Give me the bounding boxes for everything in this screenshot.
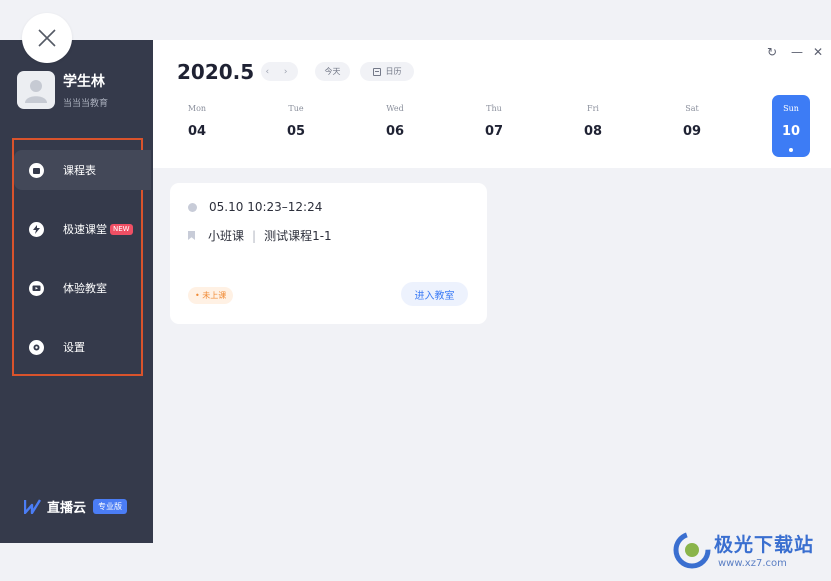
day-number: 04	[187, 124, 207, 139]
course-title-row: 小班课 | 测试课程1-1	[188, 227, 332, 244]
edition-badge: 专业版	[93, 499, 128, 514]
user-organization: 当当当教育	[63, 99, 109, 109]
course-time: 10:23–12:24	[247, 200, 323, 214]
schedule-header: 2020.5 ‹ › 今天 日历 ↻ — ✕ Mon 04 Tue 05 Wed…	[153, 40, 831, 168]
day-thu[interactable]: Thu 07	[475, 95, 513, 157]
sidebar-item-settings[interactable]: 设置	[14, 327, 151, 367]
day-number: 09	[682, 124, 702, 139]
day-number: 07	[484, 124, 504, 139]
sidebar-item-schedule[interactable]: 课程表	[14, 150, 151, 190]
sidebar-item-label: 设置	[63, 341, 85, 354]
day-name: Thu	[486, 104, 502, 113]
user-icon	[25, 80, 47, 103]
has-course-dot	[789, 148, 793, 152]
day-name: Sun	[783, 104, 799, 113]
course-type: 小班课	[208, 229, 245, 243]
course-datetime: 05.10 10:23–12:24	[209, 200, 322, 214]
day-mon[interactable]: Mon 04	[178, 95, 216, 157]
day-name: Wed	[386, 104, 404, 113]
sidebar-item-label: 极速课堂	[63, 223, 107, 236]
sidebar-item-fast-class[interactable]: 极速课堂 NEW	[14, 209, 151, 249]
day-wed[interactable]: Wed 06	[376, 95, 414, 157]
course-date: 05.10	[209, 200, 244, 214]
close-icon	[38, 29, 56, 47]
day-name: Mon	[187, 104, 207, 113]
new-badge: NEW	[110, 223, 133, 235]
clock-icon	[188, 202, 197, 212]
lightning-icon	[29, 221, 44, 237]
day-number: 10	[781, 124, 801, 139]
course-time-row: 05.10 10:23–12:24	[188, 200, 322, 214]
watermark: 极光下载站 www.xz7.com	[672, 528, 824, 573]
classroom-icon	[29, 280, 44, 296]
enter-classroom-button[interactable]: 进入教室	[401, 282, 468, 306]
brand: 直播云 专业版	[24, 497, 128, 516]
schedule-icon	[29, 162, 44, 178]
separator: |	[252, 229, 257, 243]
day-name: Sat	[685, 104, 699, 113]
gear-icon	[29, 339, 44, 355]
sidebar-item-label: 体验教室	[63, 282, 107, 295]
day-number: 06	[385, 124, 405, 139]
day-sat[interactable]: Sat 09	[673, 95, 711, 157]
calendar-icon	[372, 67, 381, 76]
current-month: 2020.5	[177, 60, 255, 84]
avatar	[17, 71, 55, 109]
watermark-url: www.xz7.com	[718, 558, 787, 569]
sidebar: 学生林 当当当教育 课程表 极速课堂 NEW 体验教室 设置 直播云 专业版	[0, 40, 153, 543]
course-title: 测试课程1-1	[264, 229, 332, 243]
window-close-icon[interactable]: ✕	[813, 46, 823, 58]
user-profile[interactable]: 学生林 当当当教育	[17, 71, 147, 111]
sidebar-item-label: 课程表	[63, 164, 96, 177]
status-badge: • 未上课	[188, 287, 234, 304]
day-name: Fri	[587, 104, 599, 113]
prev-next-week-button[interactable]: ‹ ›	[261, 62, 298, 81]
brand-name: 直播云	[47, 501, 87, 516]
bookmark-icon	[188, 231, 195, 240]
day-tue[interactable]: Tue 05	[277, 95, 315, 157]
day-name: Tue	[288, 104, 304, 113]
day-number: 05	[286, 124, 306, 139]
refresh-icon[interactable]: ↻	[767, 46, 777, 58]
day-sun-selected[interactable]: Sun 10	[772, 95, 810, 157]
sidebar-item-trial-classroom[interactable]: 体验教室	[14, 268, 151, 308]
brand-logo-icon	[24, 499, 41, 514]
day-fri[interactable]: Fri 08	[574, 95, 612, 157]
calendar-button[interactable]: 日历	[360, 62, 414, 81]
today-button[interactable]: 今天	[315, 62, 350, 81]
watermark-logo-icon	[673, 531, 711, 569]
course-card[interactable]: 05.10 10:23–12:24 小班课 | 测试课程1-1 • 未上课 进入教室	[170, 183, 487, 324]
calendar-label: 日历	[385, 67, 402, 76]
close-button[interactable]	[22, 13, 72, 63]
watermark-text: 极光下载站	[714, 534, 815, 556]
course-info: 小班课 | 测试课程1-1	[208, 227, 332, 244]
day-number: 08	[583, 124, 603, 139]
minimize-icon[interactable]: —	[791, 46, 803, 58]
user-name: 学生林	[63, 74, 105, 90]
